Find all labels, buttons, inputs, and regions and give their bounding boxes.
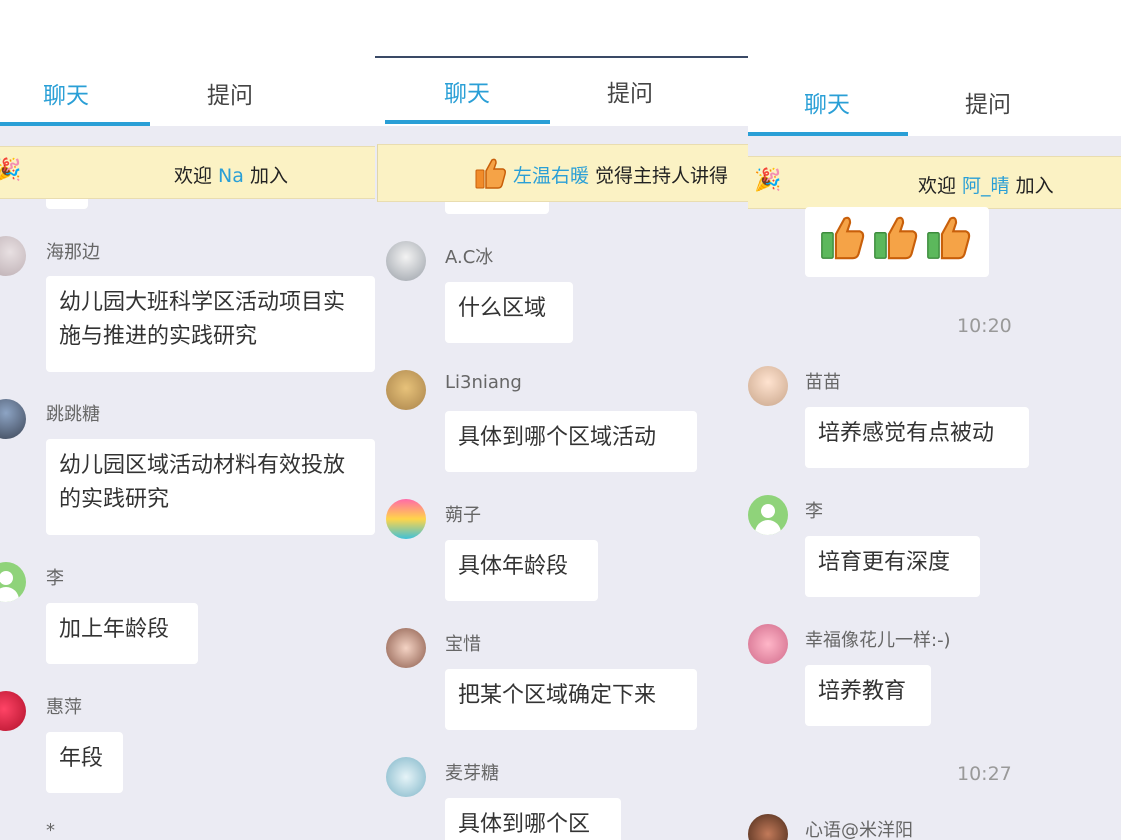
message-bubble: 什么区域	[445, 282, 573, 343]
message-username: 心语@米洋阳	[805, 820, 913, 840]
thumbs-up-icon	[874, 216, 918, 260]
tab-bar: 聊天 提问	[748, 66, 1121, 136]
notice-user[interactable]: 左温右暖	[513, 165, 589, 187]
welcome-notice: 🎉 欢迎 阿_晴 加入	[748, 156, 1121, 209]
thumbs-up-icon	[927, 216, 971, 260]
message-username: 海那边	[46, 242, 100, 263]
avatar[interactable]	[0, 399, 26, 439]
message-username: 李	[805, 501, 823, 522]
timestamp: 10:27	[957, 763, 1012, 785]
active-tab-underline	[748, 132, 908, 136]
avatar[interactable]	[386, 628, 426, 668]
sticker-bubble	[805, 207, 989, 277]
message-username: 麦芽糖	[445, 763, 499, 784]
avatar[interactable]	[748, 495, 788, 535]
notice-suffix: 加入	[1009, 175, 1054, 197]
notice-prefix: 欢迎	[174, 165, 219, 187]
message-username: Li3niang	[445, 372, 522, 393]
party-icon: 🎉	[0, 158, 22, 183]
message-bubble: 幼儿园大班科学区活动项目实施与推进的实践研究	[46, 276, 375, 372]
active-tab-underline	[385, 120, 550, 124]
message-bubble: 具体到哪个区域活动	[445, 411, 697, 472]
avatar[interactable]	[0, 236, 26, 276]
message-bubble: 具体年龄段	[445, 540, 598, 601]
avatar[interactable]	[748, 366, 788, 406]
message-username: 惠萍	[46, 697, 82, 718]
message-bubble: 培育更有深度	[805, 536, 980, 597]
tab-chat[interactable]: 聊天	[444, 74, 490, 108]
message-bubble: 培养教育	[805, 665, 931, 726]
timestamp: 10:20	[957, 315, 1012, 337]
avatar[interactable]	[386, 499, 426, 539]
thumbs-up-icon	[475, 158, 506, 189]
avatar[interactable]	[0, 562, 26, 602]
notice-user[interactable]: 阿_晴	[962, 175, 1010, 197]
like-notice: 左温右暖 觉得主持人讲得	[377, 144, 748, 202]
chat-panel-3: 聊天 提问 🎉 欢迎 阿_晴 加入 10:20 苗苗 培养感觉有点被动 李 培育…	[748, 66, 1121, 840]
message-username: 跳跳糖	[46, 404, 100, 425]
notice-user[interactable]: Na	[218, 165, 244, 187]
message-bubble: 培养感觉有点被动	[805, 407, 1029, 468]
chat-panel-2: 聊天 提问 左温右暖 觉得主持人讲得 A.C冰 什么区域 Li3niang 具体…	[375, 56, 748, 840]
message-bubble: 具体到哪个区域	[445, 798, 621, 840]
avatar[interactable]	[748, 814, 788, 840]
tab-ask[interactable]: 提问	[207, 76, 253, 110]
avatar[interactable]	[386, 757, 426, 797]
avatar[interactable]	[386, 370, 426, 410]
tab-bar: 聊天 提问	[0, 58, 375, 126]
thumbs-up-icon	[821, 216, 865, 260]
avatar[interactable]	[386, 241, 426, 281]
notice-suffix: 加入	[243, 165, 288, 187]
party-icon: 🎉	[754, 168, 782, 193]
tab-ask[interactable]: 提问	[965, 85, 1011, 119]
message-bubble: 加上年龄段	[46, 603, 198, 664]
message-bubble: 把某个区域确定下来	[445, 669, 697, 730]
message-username: 苗苗	[805, 372, 841, 393]
message-username: 蒴子	[445, 505, 481, 526]
tab-chat[interactable]: 聊天	[804, 85, 850, 119]
active-tab-underline	[0, 122, 150, 126]
notice-suffix: 觉得主持人讲得	[589, 165, 729, 187]
tab-bar: 聊天 提问	[375, 58, 748, 126]
tab-chat[interactable]: 聊天	[43, 76, 89, 110]
avatar[interactable]	[748, 624, 788, 664]
tab-ask[interactable]: 提问	[607, 74, 653, 108]
chat-panel-1: 聊天 提问 🎉 欢迎 Na 加入 海那边 幼儿园大班科学区活动项目实施与推进的实…	[0, 58, 375, 840]
message-username: 宝惜	[445, 634, 481, 655]
message-username: *	[46, 820, 55, 840]
message-bubble: 年段	[46, 732, 123, 793]
message-bubble: 幼儿园区域活动材料有效投放的实践研究	[46, 439, 375, 535]
message-username: 幸福像花儿一样:-)	[805, 630, 951, 651]
welcome-notice: 🎉 欢迎 Na 加入	[0, 146, 375, 199]
notice-prefix: 欢迎	[918, 175, 963, 197]
message-username: 李	[46, 568, 64, 589]
avatar[interactable]	[0, 691, 26, 731]
message-username: A.C冰	[445, 247, 494, 268]
